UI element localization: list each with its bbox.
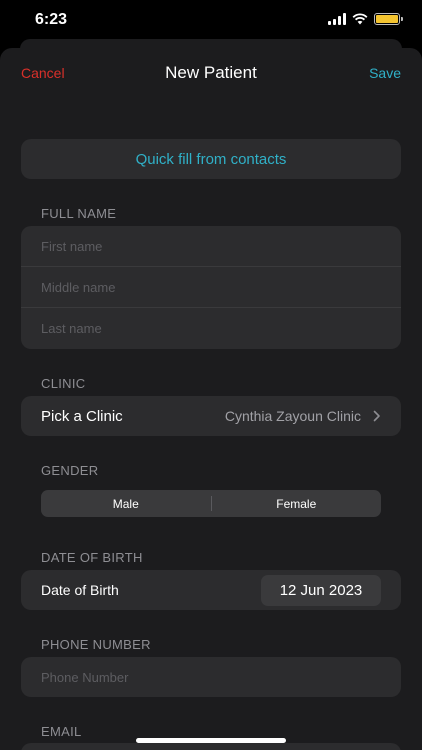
date-of-birth-label: DATE OF BIRTH — [41, 550, 143, 565]
date-of-birth-row: Date of Birth 12 Jun 2023 — [21, 570, 401, 610]
cellular-signal-icon — [328, 13, 346, 25]
navigation-bar: Cancel New Patient Save — [0, 48, 422, 98]
page-title: New Patient — [165, 63, 257, 82]
date-of-birth-row-label: Date of Birth — [41, 582, 119, 598]
date-of-birth-picker[interactable]: 12 Jun 2023 — [261, 574, 381, 606]
status-time: 6:23 — [35, 11, 68, 28]
save-button[interactable]: Save — [369, 65, 401, 81]
gender-option-male[interactable]: Male — [41, 497, 211, 511]
email-field[interactable] — [21, 743, 401, 750]
full-name-label: FULL NAME — [41, 206, 117, 221]
battery-icon — [374, 13, 403, 25]
gender-label: GENDER — [41, 463, 99, 478]
quick-fill-button[interactable]: Quick fill from contacts — [21, 139, 401, 179]
new-patient-sheet: Cancel New Patient Save Quick fill from … — [0, 48, 422, 750]
battery-level — [376, 15, 398, 23]
clinic-picker[interactable]: Pick a Clinic Cynthia Zayoun Clinic — [21, 396, 401, 436]
full-name-group: First name Middle name Last name — [21, 226, 401, 349]
clinic-value: Cynthia Zayoun Clinic — [224, 408, 361, 424]
phone-number-label: PHONE NUMBER — [41, 637, 151, 652]
wifi-icon — [352, 13, 368, 25]
last-name-field[interactable]: Last name — [21, 308, 401, 349]
gender-option-female[interactable]: Female — [212, 497, 382, 511]
chevron-right-icon — [373, 410, 380, 422]
clinic-label: CLINIC — [41, 376, 86, 391]
first-name-field[interactable]: First name — [21, 226, 401, 267]
clinic-row-label: Pick a Clinic — [41, 407, 123, 425]
status-bar: 6:23 — [0, 0, 422, 40]
clinic-value-wrap: Cynthia Zayoun Clinic — [225, 408, 381, 424]
phone-number-field[interactable]: Phone Number — [21, 657, 401, 697]
middle-name-field[interactable]: Middle name — [21, 267, 401, 308]
gender-segmented-control: Male Female — [41, 490, 381, 517]
home-indicator[interactable] — [136, 738, 286, 743]
status-icons — [328, 13, 403, 25]
email-label: EMAIL — [41, 724, 82, 739]
